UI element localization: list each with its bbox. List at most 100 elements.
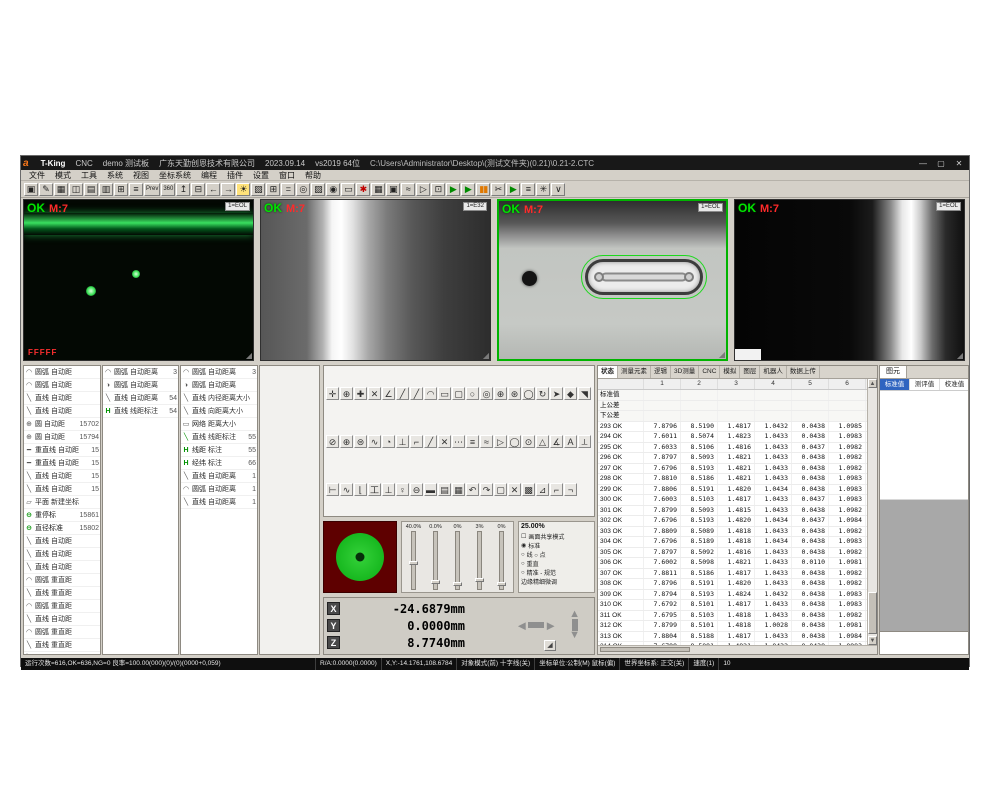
table-row[interactable]: 310 OK7.67928.51011.48171.04330.04381.09… (598, 600, 867, 611)
table-tab-3[interactable]: 3D测量 (671, 366, 699, 378)
list-item[interactable]: ◠圆弧自动距离3 (103, 366, 178, 379)
tool-icon[interactable]: ◯ (522, 387, 535, 400)
option-2[interactable]: ○线 ○ 点 (521, 550, 592, 559)
tool-icon[interactable]: ⌊ (354, 483, 367, 496)
table-tab-8[interactable]: 数据上传 (787, 366, 820, 378)
slider-3[interactable]: 3% (471, 524, 488, 590)
list-item[interactable]: ◠圆弧重直距 (24, 574, 100, 587)
side-column-header[interactable]: 校准值 (940, 379, 969, 390)
toolbar-list-view-button[interactable]: ▤ (84, 183, 98, 196)
slider-thumb[interactable] (475, 578, 484, 582)
table-row[interactable]: 297 OK7.67968.51931.48211.04330.04381.09… (598, 464, 867, 475)
axis-x-icon[interactable]: X (327, 602, 340, 615)
list-item[interactable]: ◠圆弧自动距离3 (181, 366, 257, 379)
radio-icon[interactable]: ○ (521, 561, 525, 567)
toolbar-run-button[interactable]: ▶ (446, 183, 460, 196)
toolbar-tools-button[interactable]: ✳ (536, 183, 550, 196)
tool-icon[interactable]: ⊛ (508, 387, 521, 400)
toolbar-prev-step-button[interactable]: Prev (144, 183, 160, 196)
list-item[interactable]: ▱平面新建坐标 (24, 496, 100, 509)
slider-1[interactable]: 0.0% (427, 524, 444, 590)
list-item[interactable]: H经纬标注66 (181, 457, 257, 470)
toolbar-hatch-button[interactable]: ▨ (311, 183, 325, 196)
slider-0[interactable]: 40.0% (405, 524, 422, 590)
list-item[interactable]: ▭网络距离大小 (181, 418, 257, 431)
tool-icon[interactable]: ⊢ (326, 483, 339, 496)
slider-track[interactable] (499, 531, 504, 590)
tool-icon[interactable]: ▩ (522, 483, 535, 496)
toolbar-focus-button[interactable]: ◎ (296, 183, 310, 196)
table-row[interactable]: 304 OK7.67968.51891.48181.04340.04381.09… (598, 537, 867, 548)
toolbar-more-button[interactable]: ≡ (521, 183, 535, 196)
toolbar-light-button[interactable]: ☀ (236, 183, 250, 196)
toolbar-rows-button[interactable]: ≡ (129, 183, 143, 196)
list-item[interactable]: ◠圆弧自动距 (24, 379, 100, 392)
tool-icon[interactable]: ○ (466, 387, 479, 400)
hscroll-thumb[interactable] (600, 647, 690, 652)
list-item[interactable]: ━重直线自动距15 (24, 457, 100, 470)
table-row[interactable]: 295 OK7.60338.51061.48161.04330.04371.09… (598, 443, 867, 454)
jog-horizontal-arrows[interactable]: ◄► (515, 618, 557, 633)
table-row[interactable]: 298 OK7.88108.51861.48211.04330.04381.09… (598, 474, 867, 485)
toolbar-collapse-button[interactable]: ⊟ (191, 183, 205, 196)
toolbar-cut-button[interactable]: ✂ (491, 183, 505, 196)
tool-icon[interactable]: ◠ (424, 387, 437, 400)
tool-icon[interactable]: ⊕ (494, 387, 507, 400)
option-3[interactable]: ○重直 (521, 559, 592, 568)
table-row[interactable]: 306 OK7.60028.50981.48211.04330.01101.09… (598, 558, 867, 569)
list-item[interactable]: ◠圆弧重直距 (24, 600, 100, 613)
list-item[interactable]: ╲直线自动距15 (24, 470, 100, 483)
tool-icon[interactable]: ╱ (396, 387, 409, 400)
minimize-button[interactable]: — (915, 158, 931, 169)
table-row[interactable]: 299 OK7.88068.51911.48201.04340.04381.09… (598, 485, 867, 496)
table-row[interactable]: 309 OK7.87948.51931.48241.04320.04381.09… (598, 590, 867, 601)
option-4[interactable]: ○精准 - 规范 (521, 568, 592, 577)
tool-icon[interactable]: ✛ (326, 387, 339, 400)
list-item[interactable]: ⊖重停标15861 (24, 509, 100, 522)
toolbar-pointer-button[interactable]: ▣ (24, 183, 38, 196)
list-item[interactable]: ◠圆弧自动距离1 (181, 483, 257, 496)
table-row[interactable]: 300 OK7.60038.51031.48171.04330.04371.09… (598, 495, 867, 506)
list-item[interactable]: ━重直线自动距15 (24, 444, 100, 457)
list-item[interactable]: ╲直线重直距 (24, 587, 100, 600)
tool-icon[interactable]: ╱ (424, 435, 437, 448)
tool-icon[interactable]: ▬ (424, 483, 437, 496)
column-header[interactable]: 3 (718, 379, 755, 389)
tool-icon[interactable]: ◯ (508, 435, 521, 448)
table-row[interactable]: 311 OK7.67958.51031.48181.04330.04381.09… (598, 611, 867, 622)
camera-view-1[interactable]: FFFFF OK M:7 1=EOL ◢ (23, 199, 254, 361)
title-bar[interactable]: a T-King CNC demo 测试板 广东天勤创恩技术有限公司 2023.… (21, 156, 969, 170)
toolbar-calibration-button[interactable]: ✱ (356, 183, 370, 196)
resize-grip-icon[interactable]: ◢ (246, 352, 252, 360)
table-row[interactable]: 307 OK7.88118.51861.48171.04330.04381.09… (598, 569, 867, 580)
option-1[interactable]: ◉标准 (521, 541, 592, 550)
list-item[interactable]: ⊕圆自动距15794 (24, 431, 100, 444)
list-item[interactable]: ╲直线自动距 (24, 405, 100, 418)
column-header[interactable]: 2 (681, 379, 718, 389)
scroll-track[interactable] (868, 388, 877, 636)
checkbox-icon[interactable]: ☐ (521, 533, 526, 540)
menu-item-5[interactable]: 坐标系统 (155, 170, 195, 181)
toolbar-nav-left-button[interactable]: ← (206, 183, 220, 196)
resize-grip-icon[interactable]: ◢ (483, 352, 489, 360)
toolbar-split-view-button[interactable]: ◫ (69, 183, 83, 196)
table-tab-5[interactable]: 模拟 (720, 366, 740, 378)
table-row[interactable]: 296 OK7.87978.50931.48211.04330.04381.09… (598, 453, 867, 464)
scroll-down-icon[interactable]: ▼ (868, 636, 877, 645)
side-column-header[interactable]: 标准值 (880, 379, 910, 390)
jog-controls[interactable]: ◄► ▲▼ (515, 610, 580, 640)
table-row-fixed[interactable]: 标准值 (598, 390, 867, 401)
list-item[interactable]: ⊖直径标准15802 (24, 522, 100, 535)
corner-tool-button[interactable]: ◢ (544, 640, 556, 651)
list-item[interactable]: ⊕圆自动距15702 (24, 418, 100, 431)
scroll-thumb[interactable] (868, 592, 877, 634)
table-row[interactable]: 305 OK7.87978.50921.48161.04330.04381.09… (598, 548, 867, 559)
table-tab-7[interactable]: 机器人 (760, 366, 787, 378)
scroll-up-icon[interactable]: ▲ (868, 379, 877, 388)
camera-view-3-selected[interactable]: OK M:7 1=EOL ◢ (497, 199, 728, 361)
table-row[interactable]: 293 OK7.87968.51901.48171.04320.04381.09… (598, 422, 867, 433)
menu-item-9[interactable]: 窗口 (275, 170, 299, 181)
tool-icon[interactable]: ▤ (438, 483, 451, 496)
table-row[interactable]: 294 OK7.60118.50741.48231.04330.04381.09… (598, 432, 867, 443)
toolbar-new-window-button[interactable]: ⊞ (114, 183, 128, 196)
